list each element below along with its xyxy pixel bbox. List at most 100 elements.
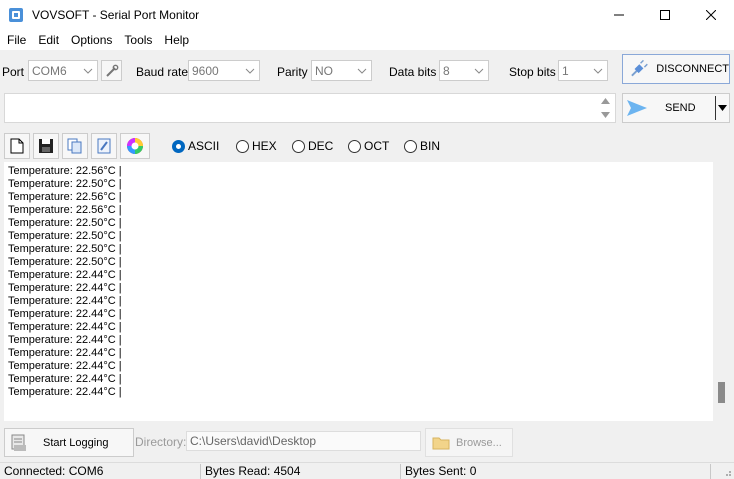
- send-spinner[interactable]: [596, 94, 615, 122]
- console-line: Temperature: 22.44°C |: [8, 386, 122, 398]
- minimize-button[interactable]: [596, 0, 642, 30]
- radio-hex-label: HEX: [252, 139, 277, 153]
- console-lines: Temperature: 22.56°C | Temperature: 22.5…: [4, 162, 730, 399]
- radio-hex[interactable]: HEX: [236, 139, 277, 153]
- start-logging-button[interactable]: Start Logging: [4, 428, 134, 457]
- stop-bits-value: 1: [562, 64, 569, 78]
- close-icon: [706, 10, 716, 20]
- wrench-icon: [105, 64, 118, 77]
- console-line: Temperature: 22.50°C |: [8, 230, 122, 242]
- console-line: Temperature: 22.50°C |: [8, 178, 122, 190]
- console-line: Temperature: 22.44°C |: [8, 282, 122, 294]
- radio-bin-label: BIN: [420, 139, 441, 153]
- console-line: Temperature: 22.56°C |: [8, 191, 122, 203]
- port-value: COM6: [32, 64, 67, 78]
- send-icon: [627, 100, 647, 116]
- color-wheel-icon: [127, 138, 143, 154]
- log-file-icon: [11, 434, 26, 451]
- status-divider: [710, 464, 711, 479]
- radio-bin[interactable]: BIN: [404, 139, 440, 153]
- disconnect-label: DISCONNECT: [656, 63, 729, 75]
- clear-button[interactable]: [91, 133, 117, 159]
- send-input[interactable]: [4, 93, 616, 123]
- status-bytes-read: Bytes Read: 4504: [205, 464, 301, 478]
- scrollbar-thumb[interactable]: [718, 382, 725, 403]
- console-line: Temperature: 22.44°C |: [8, 295, 122, 307]
- copy-icon: [67, 138, 82, 154]
- chevron-down-icon: [83, 68, 93, 74]
- spin-down-icon: [601, 112, 610, 118]
- spin-up-icon: [601, 98, 610, 104]
- console-line: Temperature: 22.44°C |: [8, 334, 122, 346]
- console-line: Temperature: 22.56°C |: [8, 204, 122, 216]
- window-title: VOVSOFT - Serial Port Monitor: [32, 8, 200, 22]
- browse-button[interactable]: Browse...: [425, 428, 513, 457]
- console-output[interactable]: Temperature: 22.56°C | Temperature: 22.5…: [4, 162, 730, 421]
- send-split-divider: [715, 96, 716, 120]
- stop-bits-select[interactable]: 1: [558, 60, 608, 81]
- save-icon: [39, 139, 53, 153]
- new-button[interactable]: [4, 133, 30, 159]
- radio-oct-label: OCT: [364, 139, 390, 153]
- radio-hex-dot: [236, 139, 249, 153]
- chevron-down-icon[interactable]: [718, 105, 727, 111]
- plug-icon: [631, 59, 648, 77]
- resize-grip-icon[interactable]: [722, 467, 732, 477]
- folder-icon: [432, 437, 450, 449]
- directory-field[interactable]: C:\Users\david\Desktop: [186, 431, 421, 451]
- radio-ascii-dot: [172, 139, 185, 153]
- port-label: Port: [2, 65, 25, 79]
- parity-value: NO: [315, 64, 333, 78]
- maximize-icon: [660, 10, 670, 20]
- chevron-down-icon: [357, 68, 367, 74]
- title-bar: VOVSOFT - Serial Port Monitor: [0, 0, 734, 30]
- browse-label: Browse...: [456, 436, 502, 449]
- color-button[interactable]: [120, 133, 150, 159]
- disconnect-button[interactable]: DISCONNECT: [622, 54, 730, 84]
- send-row: SEND: [0, 90, 734, 126]
- status-bytes-sent: Bytes Sent: 0: [405, 464, 477, 478]
- menu-tools[interactable]: Tools: [117, 33, 157, 47]
- send-button[interactable]: SEND: [622, 93, 730, 123]
- chevron-down-icon: [474, 68, 484, 74]
- radio-ascii-label: ASCII: [188, 139, 220, 153]
- console-line: Temperature: 22.44°C |: [8, 360, 122, 372]
- menu-options[interactable]: Options: [64, 33, 117, 47]
- port-settings-button[interactable]: [101, 60, 122, 81]
- radio-ascii[interactable]: ASCII: [172, 139, 219, 153]
- console-line: Temperature: 22.44°C |: [8, 269, 122, 281]
- radio-dec-label: DEC: [308, 139, 334, 153]
- status-bar: Connected: COM6 Bytes Read: 4504 Bytes S…: [0, 462, 734, 479]
- data-bits-label: Data bits: [389, 65, 437, 79]
- menu-edit[interactable]: Edit: [31, 33, 64, 47]
- new-file-icon: [10, 138, 24, 154]
- broom-icon: [97, 138, 111, 154]
- port-select[interactable]: COM6: [28, 60, 98, 81]
- port-settings-row: Port COM6 Baud rate 9600 Parity NO Data …: [0, 50, 734, 90]
- status-connection: Connected: COM6: [4, 464, 104, 478]
- stop-bits-label: Stop bits: [509, 65, 556, 79]
- data-bits-select[interactable]: 8: [439, 60, 489, 81]
- console-scrollbar[interactable]: [713, 162, 730, 421]
- app-icon: [9, 8, 23, 22]
- save-button[interactable]: [33, 133, 59, 159]
- menu-help[interactable]: Help: [157, 33, 194, 47]
- radio-dec[interactable]: DEC: [292, 139, 333, 153]
- baud-rate-value: 9600: [192, 64, 219, 78]
- console-line: Temperature: 22.56°C |: [8, 165, 122, 177]
- send-label: SEND: [665, 102, 696, 114]
- menu-file[interactable]: File: [0, 33, 31, 47]
- start-logging-label: Start Logging: [43, 436, 109, 449]
- close-button[interactable]: [688, 0, 734, 30]
- console-line: Temperature: 22.44°C |: [8, 347, 122, 359]
- data-bits-value: 8: [443, 64, 450, 78]
- baud-rate-select[interactable]: 9600: [188, 60, 260, 81]
- copy-button[interactable]: [62, 133, 88, 159]
- radio-oct[interactable]: OCT: [348, 139, 389, 153]
- maximize-button[interactable]: [642, 0, 688, 30]
- console-line: Temperature: 22.44°C |: [8, 373, 122, 385]
- parity-select[interactable]: NO: [311, 60, 372, 81]
- chevron-down-icon: [245, 68, 255, 74]
- parity-label: Parity: [277, 65, 308, 79]
- minimize-icon: [614, 14, 624, 16]
